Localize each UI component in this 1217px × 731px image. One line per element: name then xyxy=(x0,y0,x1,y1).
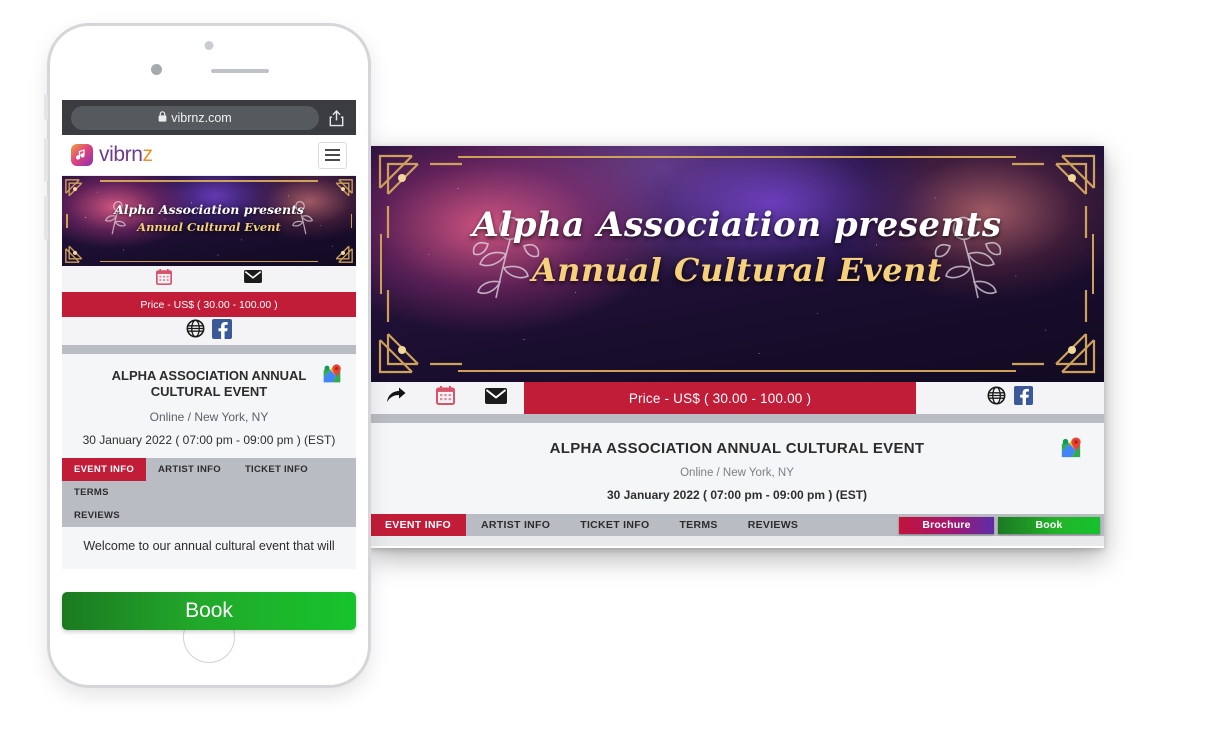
banner-line-2: Annual Cultural Event xyxy=(137,220,281,234)
tab-row-second: REVIEWS xyxy=(62,504,356,527)
banner-text-block: Alpha Association presents Annual Cultur… xyxy=(370,205,1104,290)
phone-volume-down-button xyxy=(44,196,48,240)
event-banner-mobile: Alpha Association presents Annual Cultur… xyxy=(62,176,356,266)
tab-terms[interactable]: TERMS xyxy=(62,481,121,504)
vibrnz-logo-icon xyxy=(71,144,93,166)
tab-artist-info[interactable]: ARTIST INFO xyxy=(466,514,565,536)
price-label-mobile: Price - US$ ( 30.00 - 100.00 ) xyxy=(62,292,356,317)
calendar-icon[interactable] xyxy=(436,386,455,410)
event-location: Online / New York, NY xyxy=(149,409,269,424)
section-divider xyxy=(370,414,1104,423)
phone-earpiece-speaker xyxy=(211,69,269,73)
event-info-desktop: ALPHA ASSOCIATION ANNUAL CULTURAL EVENT … xyxy=(370,423,1104,514)
facebook-icon[interactable] xyxy=(1014,386,1033,410)
tab-event-info[interactable]: EVENT INFO xyxy=(370,514,467,536)
share-arrow-icon[interactable] xyxy=(386,387,406,409)
banner-line-1: Alpha Association presents xyxy=(114,202,304,217)
action-bar-desktop: Price - US$ ( 30.00 - 100.00 ) xyxy=(370,382,1104,414)
event-datetime: 30 January 2022 ( 07:00 pm - 09:00 pm ) … xyxy=(82,432,336,447)
banner-line-1: Alpha Association presents xyxy=(472,205,1002,245)
event-datetime: 30 January 2022 ( 07:00 pm - 09:00 pm ) … xyxy=(606,488,868,502)
url-input[interactable]: vibrnz.com xyxy=(71,105,319,130)
banner-frame-line xyxy=(100,260,318,262)
banner-line-2: Annual Cultural Event xyxy=(531,251,943,290)
social-icons-mobile xyxy=(62,317,356,345)
google-maps-pin-icon[interactable] xyxy=(322,364,342,384)
tab-bar-desktop: EVENT INFO ARTIST INFO TICKET INFO TERMS… xyxy=(370,514,1104,536)
event-info-mobile: ALPHA ASSOCIATION ANNUAL CULTURAL EVENT … xyxy=(62,354,356,458)
tab-reviews[interactable]: REVIEWS xyxy=(62,504,132,527)
cta-button-group: Brochure Book xyxy=(899,514,1104,536)
brochure-button[interactable]: Brochure xyxy=(899,516,994,534)
phone-front-sensor xyxy=(204,41,214,50)
tab-reviews[interactable]: REVIEWS xyxy=(733,514,814,536)
book-button[interactable]: Book xyxy=(998,516,1100,534)
email-envelope-icon[interactable] xyxy=(485,387,507,409)
page-title: ALPHA ASSOCIATION ANNUAL CULTURAL EVENT xyxy=(111,368,307,400)
url-text: vibrnz.com xyxy=(171,110,232,125)
google-maps-pin-icon[interactable] xyxy=(1060,437,1082,459)
tab-artist-info[interactable]: ARTIST INFO xyxy=(146,458,233,481)
banner-frame-line xyxy=(100,180,318,182)
action-icons-mobile xyxy=(62,266,356,292)
book-button-mobile[interactable]: Book xyxy=(62,592,356,630)
price-label: Price - US$ ( 30.00 - 100.00 ) xyxy=(524,382,916,414)
event-banner-desktop: Alpha Association presents Annual Cultur… xyxy=(370,146,1104,382)
tab-bar-mobile: EVENT INFO ARTIST INFO TICKET INFO TERMS… xyxy=(62,457,356,527)
banner-text-block-mobile: Alpha Association presents Annual Cultur… xyxy=(62,202,356,234)
event-description: Welcome to our annual cultural event tha… xyxy=(62,526,356,569)
facebook-icon[interactable] xyxy=(212,318,232,344)
phone-volume-up-button xyxy=(44,138,48,182)
phone-front-camera xyxy=(151,64,162,75)
desktop-preview-panel: Alpha Association presents Annual Cultur… xyxy=(370,146,1104,548)
brand-logo[interactable]: vibrnz xyxy=(71,143,153,167)
tab-event-info[interactable]: EVENT INFO xyxy=(62,457,147,481)
tab-terms[interactable]: TERMS xyxy=(664,514,732,536)
lock-icon xyxy=(158,110,167,125)
browser-url-bar: vibrnz.com xyxy=(62,100,356,135)
hamburger-menu-icon[interactable] xyxy=(318,141,347,169)
tab-list: EVENT INFO ARTIST INFO TICKET INFO TERMS… xyxy=(370,514,813,536)
phone-silent-switch xyxy=(44,94,48,120)
brand-name-accent: z xyxy=(142,143,154,166)
email-envelope-icon[interactable] xyxy=(244,270,262,288)
event-location: Online / New York, NY xyxy=(680,467,794,479)
page-title: ALPHA ASSOCIATION ANNUAL CULTURAL EVENT xyxy=(549,440,925,457)
globe-icon[interactable] xyxy=(987,386,1006,410)
brand-name-primary: vibrn xyxy=(99,143,143,166)
action-icons-left xyxy=(370,382,524,414)
brand-name: vibrnz xyxy=(99,143,153,167)
section-divider xyxy=(62,345,356,354)
tab-bar-spacer xyxy=(813,514,899,536)
panel-footer-bar xyxy=(370,536,1104,546)
globe-icon[interactable] xyxy=(186,319,205,343)
share-icon[interactable] xyxy=(325,109,347,127)
site-header-mobile: vibrnz xyxy=(62,135,356,176)
phone-screen: vibrnz.com vibrnz Alpha Association pres… xyxy=(62,100,356,608)
tab-ticket-info[interactable]: TICKET INFO xyxy=(565,514,664,536)
calendar-icon[interactable] xyxy=(156,268,172,290)
social-icons-desktop xyxy=(916,382,1104,414)
phone-mockup: vibrnz.com vibrnz Alpha Association pres… xyxy=(44,23,371,688)
tab-ticket-info[interactable]: TICKET INFO xyxy=(233,458,320,481)
